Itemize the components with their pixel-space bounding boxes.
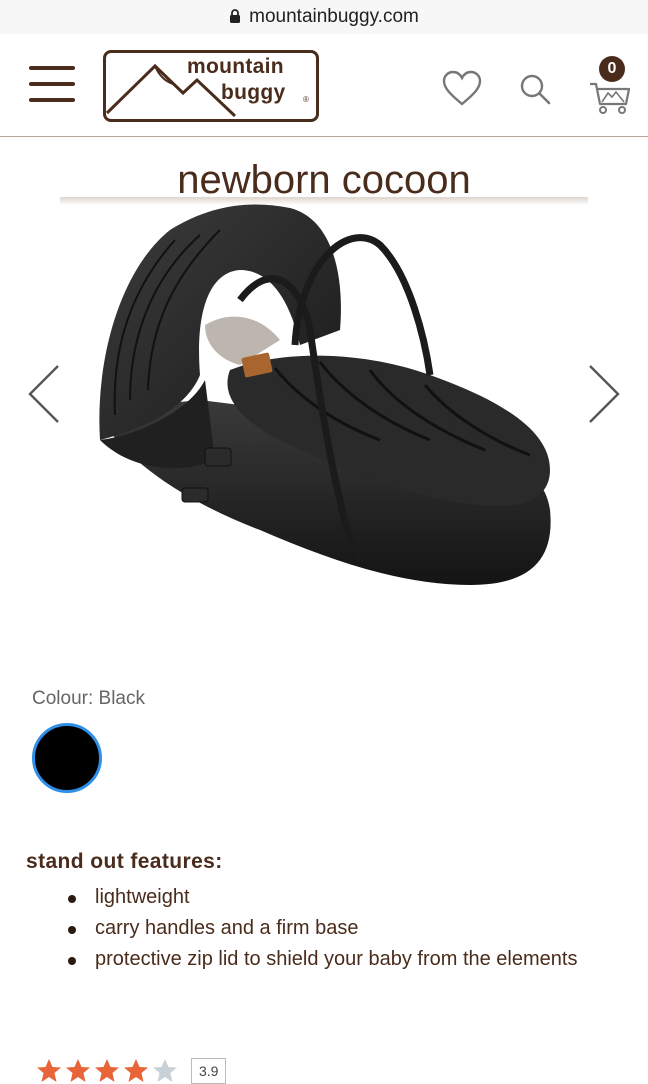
heart-icon[interactable] — [442, 70, 482, 108]
menu-icon[interactable] — [29, 66, 75, 102]
star-filled-icon — [66, 1059, 90, 1082]
product-rating[interactable]: 3.9 — [36, 1058, 227, 1084]
previous-image-arrow-icon[interactable] — [26, 362, 62, 426]
feature-item: carry handles and a firm base — [66, 913, 586, 944]
lock-icon — [230, 9, 241, 23]
colour-swatch-black[interactable] — [32, 723, 102, 793]
star-empty-icon — [153, 1059, 177, 1082]
search-icon[interactable] — [518, 72, 552, 106]
logo-text-line2: buggy — [221, 81, 286, 104]
star-filled-icon — [37, 1059, 61, 1082]
feature-item: protective zip lid to shield your baby f… — [66, 944, 586, 975]
site-header: mountain buggy ® — [0, 34, 648, 137]
star-filled-icon — [124, 1059, 148, 1082]
features-list: lightweight carry handles and a firm bas… — [66, 882, 586, 975]
product-image-gallery — [0, 200, 648, 640]
product-image[interactable] — [0, 200, 648, 640]
next-image-arrow-icon[interactable] — [586, 362, 622, 426]
star-filled-icon — [95, 1059, 119, 1082]
cart-icon[interactable] — [588, 76, 632, 116]
cart-count-badge: 0 — [599, 56, 625, 82]
logo-text-line1: mountain — [187, 55, 284, 78]
colour-label: Colour: Black — [32, 688, 145, 709]
brand-logo[interactable]: mountain buggy ® — [103, 50, 319, 122]
logo-registered-mark: ® — [303, 95, 309, 104]
url-text: mountainbuggy.com — [249, 6, 419, 27]
rating-score: 3.9 — [191, 1058, 227, 1084]
features-heading: stand out features: — [26, 850, 223, 873]
feature-item: lightweight — [66, 882, 586, 913]
browser-url-bar[interactable]: mountainbuggy.com — [0, 0, 648, 34]
